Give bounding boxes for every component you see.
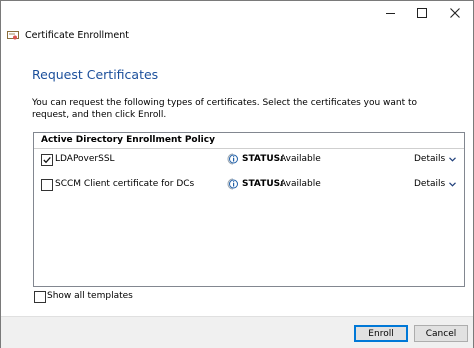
certificate-checkbox-ldapoverssl[interactable] [41,154,53,166]
policy-title: Active Directory Enrollment Policy [41,135,215,145]
certificate-checkbox-sccm[interactable] [41,179,53,191]
details-label: Details [414,179,446,189]
minimize-button[interactable] [374,1,406,25]
details-toggle[interactable]: Details [414,154,457,164]
chevron-down-icon [449,156,457,162]
status-label: STATUS: [242,154,284,164]
minimize-icon [385,12,395,14]
certificate-enrollment-window: Certificate Enrollment Request Certifica… [0,0,474,348]
enroll-button[interactable]: Enroll [354,325,408,342]
status-value: Available [280,154,321,164]
close-button[interactable] [439,1,471,25]
certificate-icon [7,30,19,39]
info-status-icon [227,153,238,165]
policy-header: Active Directory Enrollment Policy [34,133,464,149]
instructions-text: You can request the following types of c… [32,98,418,120]
show-all-templates-checkbox[interactable] [34,291,46,303]
details-toggle[interactable]: Details [414,179,457,189]
section-title: Request Certificates [32,67,159,82]
close-icon [450,8,460,18]
certificate-name: LDAPoverSSL [55,154,115,164]
cancel-button[interactable]: Cancel [414,325,468,342]
window-header: Certificate Enrollment [7,30,129,41]
title-bar[interactable] [1,1,473,25]
dialog-footer: Enroll Cancel [1,316,473,348]
status-label: STATUS: [242,179,284,189]
enrollment-policy-panel: Active Directory Enrollment Policy LDAPo… [33,132,465,287]
status-value: Available [280,179,321,189]
details-label: Details [414,154,446,164]
info-status-icon [227,178,238,190]
certificate-name: SCCM Client certificate for DCs [55,179,195,189]
chevron-down-icon [449,181,457,187]
window-title: Certificate Enrollment [25,30,130,41]
certificate-row-ldapoverssl[interactable]: LDAPoverSSL STATUS: Available Details [34,153,464,168]
maximize-icon [417,8,427,18]
certificate-row-sccm[interactable]: SCCM Client certificate for DCs STATUS: … [34,178,464,193]
show-all-templates-label: Show all templates [47,291,133,301]
maximize-button[interactable] [406,1,438,25]
checkmark-icon [43,156,51,164]
